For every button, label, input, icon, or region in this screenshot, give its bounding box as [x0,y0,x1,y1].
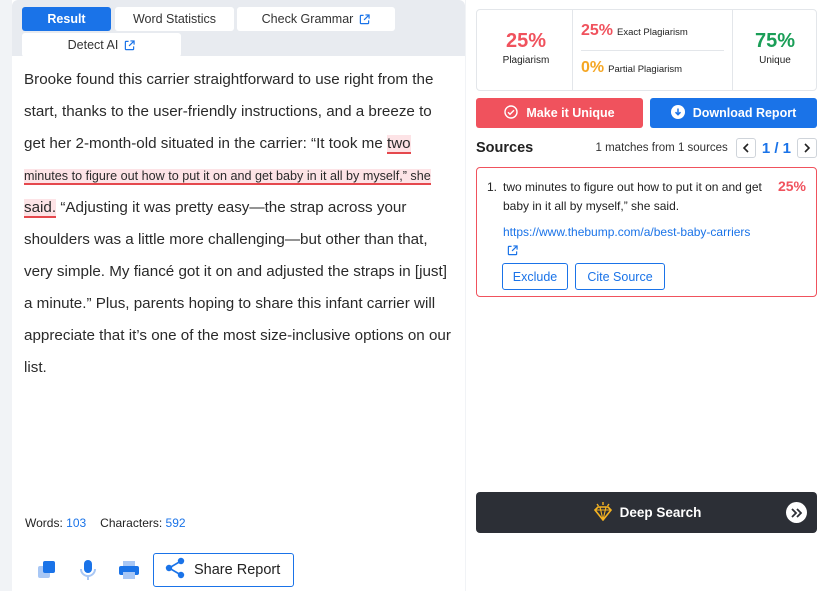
partial-plagiarism-percent: 0% [581,59,605,76]
essay-text-part: Brooke found this carrier straightforwar… [24,71,434,152]
tab-bar: Result Word Statistics Check Grammar Det… [12,0,465,57]
tab-detect-ai[interactable]: Detect AI [22,33,181,57]
results-panel: 25% Plagiarism 25% Exact Plagiarism 0% P… [466,0,840,591]
cite-source-button[interactable]: Cite Source [575,263,665,290]
plagiarism-label: Plagiarism [502,55,550,66]
deep-search-label: Deep Search [619,505,702,520]
essay-text[interactable]: Brooke found this carrier straightforwar… [24,64,454,384]
divider [581,50,724,51]
editor-toolbar: Share Report [36,553,294,587]
download-report-label: Download Report [692,106,797,120]
words-count: Words: 103 [25,516,86,530]
microphone-icon[interactable] [77,559,99,581]
download-report-button[interactable]: Download Report [650,98,817,128]
sources-header: Sources 1 matches from 1 sources 1 / 1 [476,138,817,158]
matches-summary: 1 matches from 1 sources [595,142,728,154]
copy-icon[interactable] [36,559,58,581]
characters-count: Characters: 592 [100,516,185,530]
exact-plagiarism-stat: 25% Exact Plagiarism [581,22,688,40]
cite-source-label: Cite Source [587,269,653,284]
tab-word-statistics[interactable]: Word Statistics [115,7,234,31]
unique-stat: 75% Unique [739,30,811,66]
make-it-unique-label: Make it Unique [526,106,615,120]
characters-label: Characters: [100,516,163,530]
partial-plagiarism-label: Partial Plagiarism [608,64,683,75]
plagiarism-highlight[interactable]: said. [24,199,57,218]
plagiarism-highlight[interactable]: two [386,135,411,154]
next-source-button[interactable] [797,138,817,158]
plagiarism-highlight[interactable]: minutes to figure out how to put it on a… [24,169,431,185]
download-icon [670,104,685,122]
source-card: 1. two minutes to figure out how to put … [476,167,817,297]
tab-check-grammar[interactable]: Check Grammar [237,7,395,31]
make-it-unique-button[interactable]: Make it Unique [476,98,643,128]
tab-word-statistics-label: Word Statistics [132,12,217,26]
previous-source-button[interactable] [735,138,756,158]
diamond-icon [592,501,614,524]
exact-plagiarism-percent: 25% [581,22,614,39]
external-link-icon [124,39,136,51]
source-url[interactable]: https://www.thebump.com/a/best-baby-carr… [503,225,750,239]
words-label: Words: [25,516,63,530]
exclude-button[interactable]: Exclude [502,263,568,290]
source-matched-text: two minutes to figure out how to put it … [503,180,762,213]
unique-label: Unique [759,55,791,66]
tab-detect-ai-label: Detect AI [67,38,119,52]
source-number: 1. [487,180,498,194]
words-value: 103 [66,516,87,530]
share-icon [164,557,186,583]
print-icon[interactable] [118,559,140,581]
exact-plagiarism-label: Exact Plagiarism [617,27,688,38]
source-pager: 1 / 1 [761,139,791,157]
unique-percent: 75% [754,30,796,52]
plagiarism-stats: 25% Plagiarism 25% Exact Plagiarism 0% P… [476,9,817,91]
tab-result-label: Result [47,12,86,26]
editor-panel: Result Word Statistics Check Grammar Det… [12,0,465,591]
word-counts: Words: 103 Characters: 592 [25,516,186,530]
plagiarism-percent: 25% [505,30,547,52]
partial-plagiarism-stat: 0% Partial Plagiarism [581,59,682,77]
chevron-right-icon [804,143,811,153]
double-chevron-right-icon [786,502,807,523]
plagiarism-stat: 25% Plagiarism [491,30,561,66]
tab-result[interactable]: Result [22,7,111,31]
share-report-label: Share Report [194,562,281,578]
external-link-icon [359,13,371,25]
chevron-left-icon [742,143,749,153]
divider [572,10,573,90]
external-link-icon[interactable] [507,245,518,256]
check-circle-icon [504,104,519,122]
share-report-button[interactable]: Share Report [153,553,294,587]
source-match-percent: 25% [777,178,806,194]
sources-title: Sources [476,140,534,156]
characters-value: 592 [165,516,186,530]
essay-text-part: “Adjusting it was pretty easy—the strap … [24,199,451,376]
deep-search-button[interactable]: Deep Search [476,492,817,533]
source-url-link[interactable]: https://www.thebump.com/a/best-baby-carr… [503,223,763,261]
divider [732,10,733,90]
tab-check-grammar-label: Check Grammar [261,12,354,26]
exclude-label: Exclude [512,269,558,284]
